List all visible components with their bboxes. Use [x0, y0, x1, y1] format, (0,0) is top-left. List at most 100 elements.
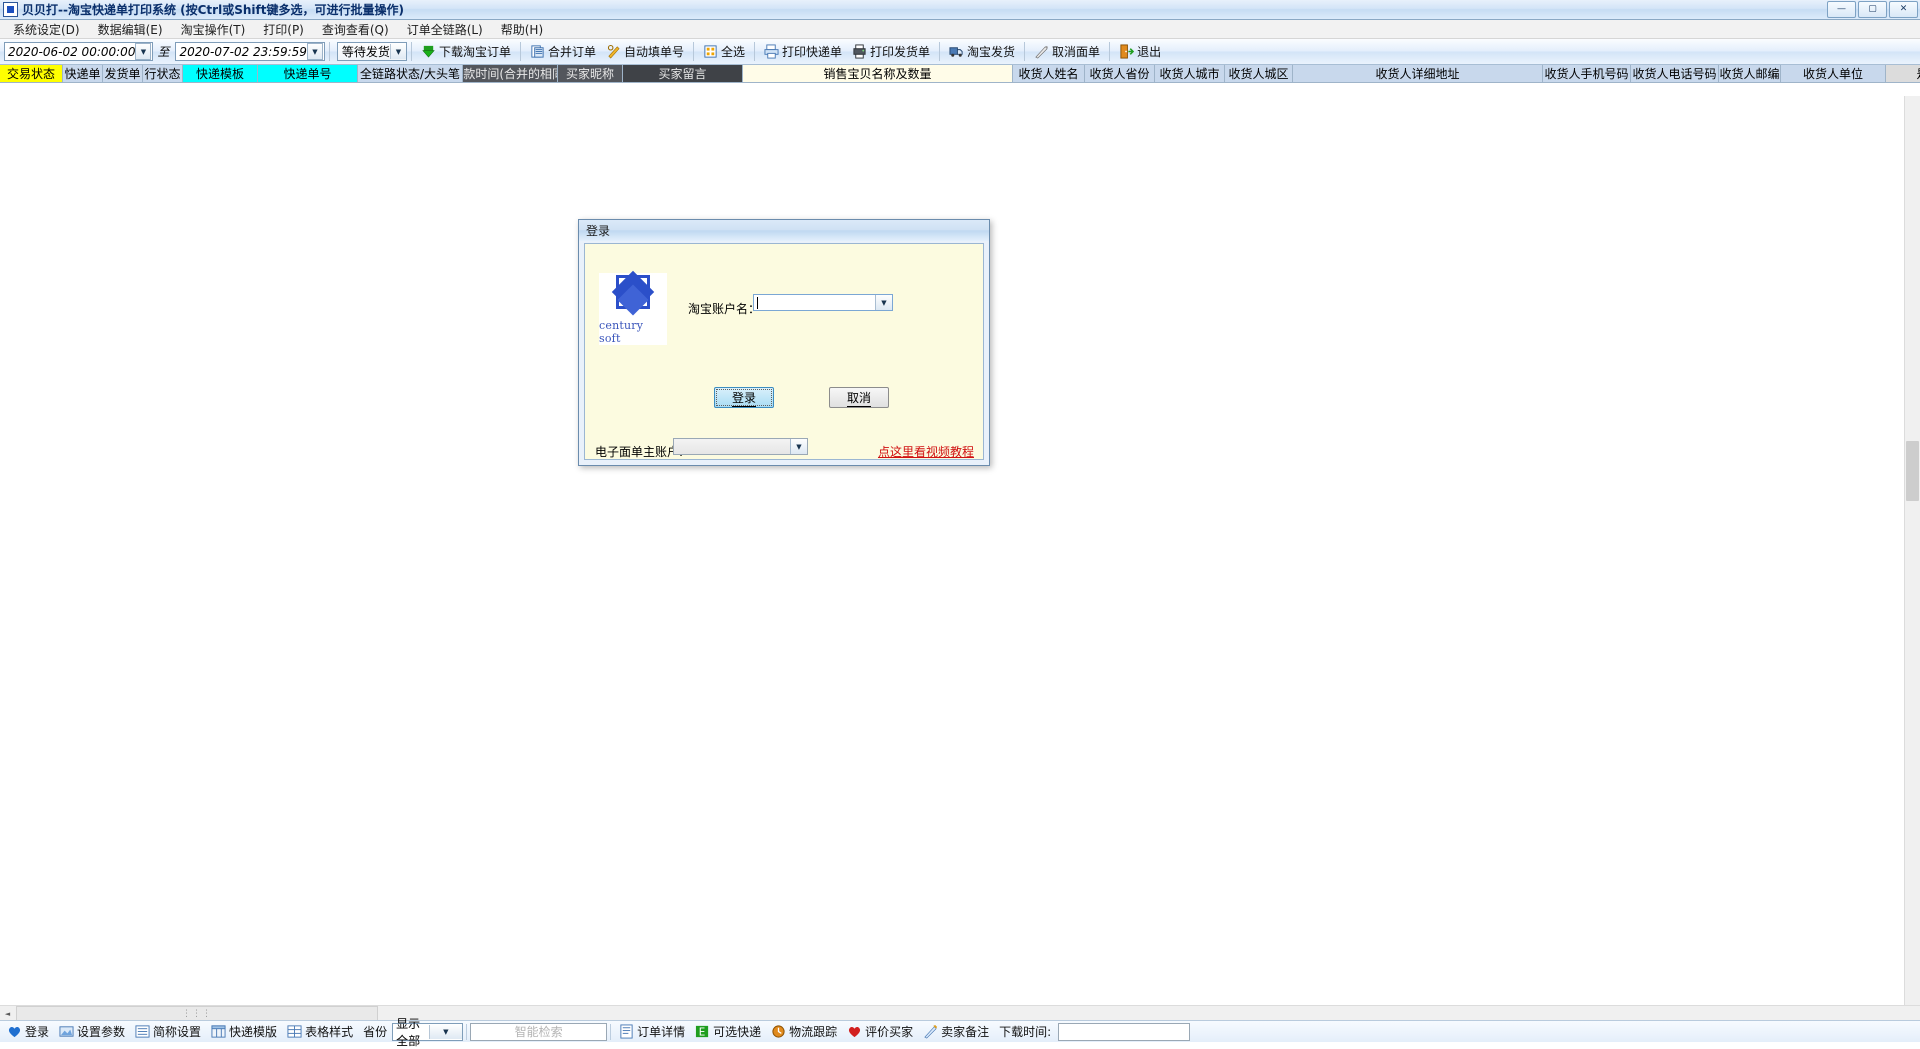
chevron-left-icon[interactable]: ◄	[0, 1006, 15, 1021]
horizontal-scrollbar[interactable]: ◄ ⋮⋮⋮	[0, 1005, 1920, 1021]
menu-item-print[interactable]: 打印(P)	[254, 20, 313, 39]
menu-item-fullchain[interactable]: 订单全链路(L)	[398, 20, 492, 39]
taobao-account-input[interactable]: ▼	[753, 294, 893, 311]
window-title: 贝贝打--淘宝快递单打印系统 (按Ctrl或Shift键多选，可进行批量操作)	[22, 1, 404, 18]
chevron-down-icon[interactable]: ▼	[135, 43, 151, 60]
horizontal-scrollbar-thumb[interactable]: ⋮⋮⋮	[16, 1006, 378, 1021]
column-header[interactable]: 收货人城市	[1155, 65, 1225, 82]
chevron-down-icon[interactable]: ▼	[307, 43, 323, 60]
cancel-pen-icon	[1034, 44, 1049, 59]
login-submit-button[interactable]: 登录	[714, 387, 774, 408]
abbreviation-settings-button[interactable]: 简称设置	[130, 1022, 206, 1041]
column-header[interactable]: 交易状态	[0, 65, 63, 82]
taobao-ship-button[interactable]: 淘宝发货	[944, 41, 1020, 62]
chevron-down-icon[interactable]: ▼	[875, 295, 892, 310]
column-header[interactable]: 付款时间(合并的相同)	[463, 65, 558, 82]
date-range-to-label: 至	[157, 43, 169, 60]
status-filter-select[interactable]: 等待发货 ▼	[337, 42, 407, 61]
toolbar-separator	[754, 42, 755, 61]
table-style-button[interactable]: 表格样式	[282, 1022, 358, 1041]
cancel-waybill-button[interactable]: 取消面单	[1029, 41, 1105, 62]
maximize-button[interactable]: ▢	[1858, 1, 1887, 18]
seller-note-button[interactable]: 卖家备注	[918, 1022, 994, 1041]
column-header[interactable]: 收货人手机号码	[1543, 65, 1631, 82]
province-select[interactable]: 显示全部 ▼	[392, 1023, 463, 1041]
video-tutorial-link[interactable]: 点这里看视频教程	[878, 443, 974, 460]
menu-item-data[interactable]: 数据编辑(E)	[89, 20, 172, 39]
menu-item-system[interactable]: 系统设定(D)	[4, 20, 89, 39]
toolbar-separator	[1109, 42, 1110, 61]
autofill-number-button[interactable]: 自动填单号	[601, 41, 689, 62]
statusbar-separator	[610, 1024, 611, 1040]
print-invoice-button[interactable]: 打印发货单	[847, 41, 935, 62]
menu-item-taobao[interactable]: 淘宝操作(T)	[172, 20, 255, 39]
minimize-button[interactable]: —	[1827, 1, 1856, 18]
province-label: 省份	[358, 1022, 392, 1041]
column-header[interactable]: 行状态	[143, 65, 183, 82]
vertical-scrollbar-thumb[interactable]	[1906, 441, 1919, 501]
province-value: 显示全部	[396, 1015, 429, 1049]
logistics-tracking-button[interactable]: 物流跟踪	[766, 1022, 842, 1041]
century-soft-logo: century soft	[599, 273, 667, 345]
print-express-label: 打印快递单	[782, 43, 842, 60]
column-header[interactable]: 收货人省份	[1085, 65, 1155, 82]
express-template-label: 快递模版	[229, 1023, 277, 1040]
main-toolbar: 2020-06-02 00:00:00 ▼ 至 2020-07-02 23:59…	[0, 39, 1920, 65]
column-header[interactable]: 买家昵称	[558, 65, 623, 82]
logo-mark-icon	[609, 273, 657, 323]
column-header[interactable]: 快递单	[63, 65, 103, 82]
order-detail-button[interactable]: 订单详情	[614, 1022, 690, 1041]
window-title-bar: 贝贝打--淘宝快递单打印系统 (按Ctrl或Shift键多选，可进行批量操作) …	[0, 0, 1920, 20]
smart-search-input[interactable]: 智能检索	[470, 1023, 607, 1041]
select-all-button[interactable]: 全选	[698, 41, 750, 62]
grid-column-header-row: 交易状态快递单发货单行状态快递模板快递单号全链路状态/大头笔付款时间(合并的相同…	[0, 65, 1920, 83]
date-to-value: 2020-07-02 23:59:59	[179, 45, 306, 59]
ebill-account-select[interactable]: ▼	[673, 438, 808, 455]
toolbar-separator	[1024, 42, 1025, 61]
settings-params-button[interactable]: 设置参数	[54, 1022, 130, 1041]
column-header[interactable]: 收货人单位	[1781, 65, 1886, 82]
login-dialog: 登录 century soft 淘宝账户名： ▼ 登录 取消 电子面单主账户: …	[578, 219, 990, 466]
merge-orders-button[interactable]: 合并订单	[525, 41, 601, 62]
chevron-down-icon[interactable]: ▼	[429, 1025, 463, 1039]
template-icon	[211, 1024, 226, 1039]
login-cancel-button[interactable]: 取消	[829, 387, 889, 408]
column-header[interactable]: 是否拆单	[1886, 65, 1920, 82]
taobao-account-label: 淘宝账户名：	[688, 300, 760, 317]
optional-express-label: 可选快递	[713, 1023, 761, 1040]
exit-button[interactable]: 退出	[1114, 41, 1166, 62]
column-header[interactable]: 全链路状态/大头笔	[358, 65, 463, 82]
optional-express-button[interactable]: E 可选快递	[690, 1022, 766, 1041]
download-orders-button[interactable]: 下载淘宝订单	[416, 41, 516, 62]
menu-item-help[interactable]: 帮助(H)	[492, 20, 552, 39]
column-header[interactable]: 收货人详细地址	[1293, 65, 1543, 82]
rate-heart-icon	[847, 1024, 862, 1039]
print-invoice-label: 打印发货单	[870, 43, 930, 60]
menu-item-query[interactable]: 查询查看(Q)	[313, 20, 398, 39]
login-dialog-title: 登录	[586, 222, 610, 239]
date-from-field[interactable]: 2020-06-02 00:00:00 ▼	[4, 42, 153, 61]
column-header[interactable]: 收货人姓名	[1013, 65, 1085, 82]
column-header[interactable]: 快递单号	[258, 65, 358, 82]
chevron-down-icon[interactable]: ▼	[790, 439, 807, 454]
column-header[interactable]: 收货人城区	[1225, 65, 1293, 82]
login-button[interactable]: 登录	[2, 1022, 54, 1041]
date-from-value: 2020-06-02 00:00:00	[8, 45, 135, 59]
column-header[interactable]: 收货人邮编	[1719, 65, 1781, 82]
order-detail-label: 订单详情	[637, 1023, 685, 1040]
rate-buyer-button[interactable]: 评价买家	[842, 1022, 918, 1041]
column-header[interactable]: 销售宝贝名称及数量	[743, 65, 1013, 82]
column-header[interactable]: 快递模板	[183, 65, 258, 82]
note-pen-icon	[923, 1024, 938, 1039]
express-template-button[interactable]: 快递模版	[206, 1022, 282, 1041]
column-header[interactable]: 收货人电话号码	[1631, 65, 1719, 82]
print-express-button[interactable]: 打印快递单	[759, 41, 847, 62]
close-button[interactable]: ✕	[1889, 1, 1918, 18]
download-time-value[interactable]	[1058, 1023, 1190, 1041]
date-to-field[interactable]: 2020-07-02 23:59:59 ▼	[175, 42, 324, 61]
vertical-scrollbar[interactable]	[1904, 96, 1920, 1006]
chevron-down-icon[interactable]: ▼	[390, 44, 406, 59]
column-header[interactable]: 买家留言	[623, 65, 743, 82]
download-icon	[421, 44, 436, 59]
column-header[interactable]: 发货单	[103, 65, 143, 82]
